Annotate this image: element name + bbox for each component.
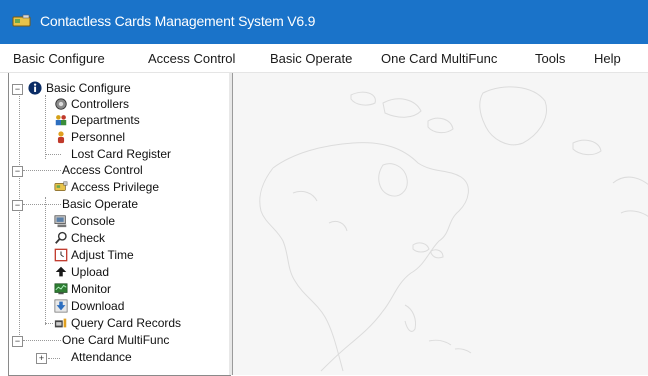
tree-line xyxy=(45,197,46,325)
menu-access-control[interactable]: Access Control xyxy=(148,51,235,66)
tree-line xyxy=(19,87,20,343)
tree-line xyxy=(45,95,46,159)
tree-line xyxy=(48,358,60,359)
tree-line xyxy=(45,323,53,324)
menu-basic-operate[interactable]: Basic Operate xyxy=(270,51,352,66)
card-key-icon xyxy=(54,181,68,191)
collapse-toggle-basic-configure[interactable]: − xyxy=(12,84,23,95)
tree-node-check[interactable]: Check xyxy=(71,231,105,246)
map-view xyxy=(232,73,648,375)
tree-line xyxy=(45,154,61,155)
title-bar: Contactless Cards Management System V6.9 xyxy=(0,0,648,44)
magnifier-icon xyxy=(55,231,67,244)
tree-line xyxy=(23,170,61,171)
tree-node-controllers[interactable]: Controllers xyxy=(71,97,129,112)
world-map-outline xyxy=(259,86,648,372)
window-title: Contactless Cards Management System V6.9 xyxy=(40,13,316,29)
navigation-tree: − Basic Configure Controllers Department… xyxy=(8,73,231,376)
collapse-toggle-access-control[interactable]: − xyxy=(12,166,23,177)
tree-node-departments[interactable]: Departments xyxy=(71,113,140,128)
tree-node-one-card-multifunc[interactable]: One Card MultiFunc xyxy=(62,333,169,348)
monitor-icon xyxy=(54,283,68,295)
console-icon xyxy=(54,215,67,228)
expand-toggle-attendance[interactable]: + xyxy=(36,353,47,364)
tree-node-basic-configure[interactable]: Basic Configure xyxy=(46,81,131,96)
person-icon xyxy=(57,131,65,144)
department-icon xyxy=(55,115,67,126)
card-reader-icon xyxy=(12,14,31,27)
menu-basic-configure[interactable]: Basic Configure xyxy=(13,51,105,66)
download-icon xyxy=(54,299,68,313)
tree-node-download[interactable]: Download xyxy=(71,299,124,314)
clock-icon xyxy=(54,248,68,262)
tree-node-basic-operate[interactable]: Basic Operate xyxy=(62,197,138,212)
tree-node-attendance[interactable]: Attendance xyxy=(71,350,132,365)
tree-node-monitor[interactable]: Monitor xyxy=(71,282,111,297)
menu-tools[interactable]: Tools xyxy=(535,51,565,66)
tree-node-console[interactable]: Console xyxy=(71,214,115,229)
tree-node-upload[interactable]: Upload xyxy=(71,265,109,280)
info-icon xyxy=(28,81,42,95)
menu-one-card-multifunc[interactable]: One Card MultiFunc xyxy=(381,51,497,66)
tree-node-access-control[interactable]: Access Control xyxy=(62,163,143,178)
collapse-toggle-one-card-multifunc[interactable]: − xyxy=(12,336,23,347)
menu-help[interactable]: Help xyxy=(594,51,621,66)
query-records-icon xyxy=(54,318,67,328)
tree-node-query-card-records[interactable]: Query Card Records xyxy=(71,316,181,331)
tree-line xyxy=(23,204,61,205)
controller-icon xyxy=(55,98,67,110)
tree-node-lost-card-register[interactable]: Lost Card Register xyxy=(71,147,171,162)
tree-node-access-privilege[interactable]: Access Privilege xyxy=(71,180,159,195)
tree-line xyxy=(23,340,61,341)
collapse-toggle-basic-operate[interactable]: − xyxy=(12,200,23,211)
upload-icon xyxy=(55,266,67,277)
tree-node-adjust-time[interactable]: Adjust Time xyxy=(71,248,134,263)
tree-node-personnel[interactable]: Personnel xyxy=(71,130,125,145)
menu-bar: Basic Configure Access Control Basic Ope… xyxy=(0,44,648,73)
